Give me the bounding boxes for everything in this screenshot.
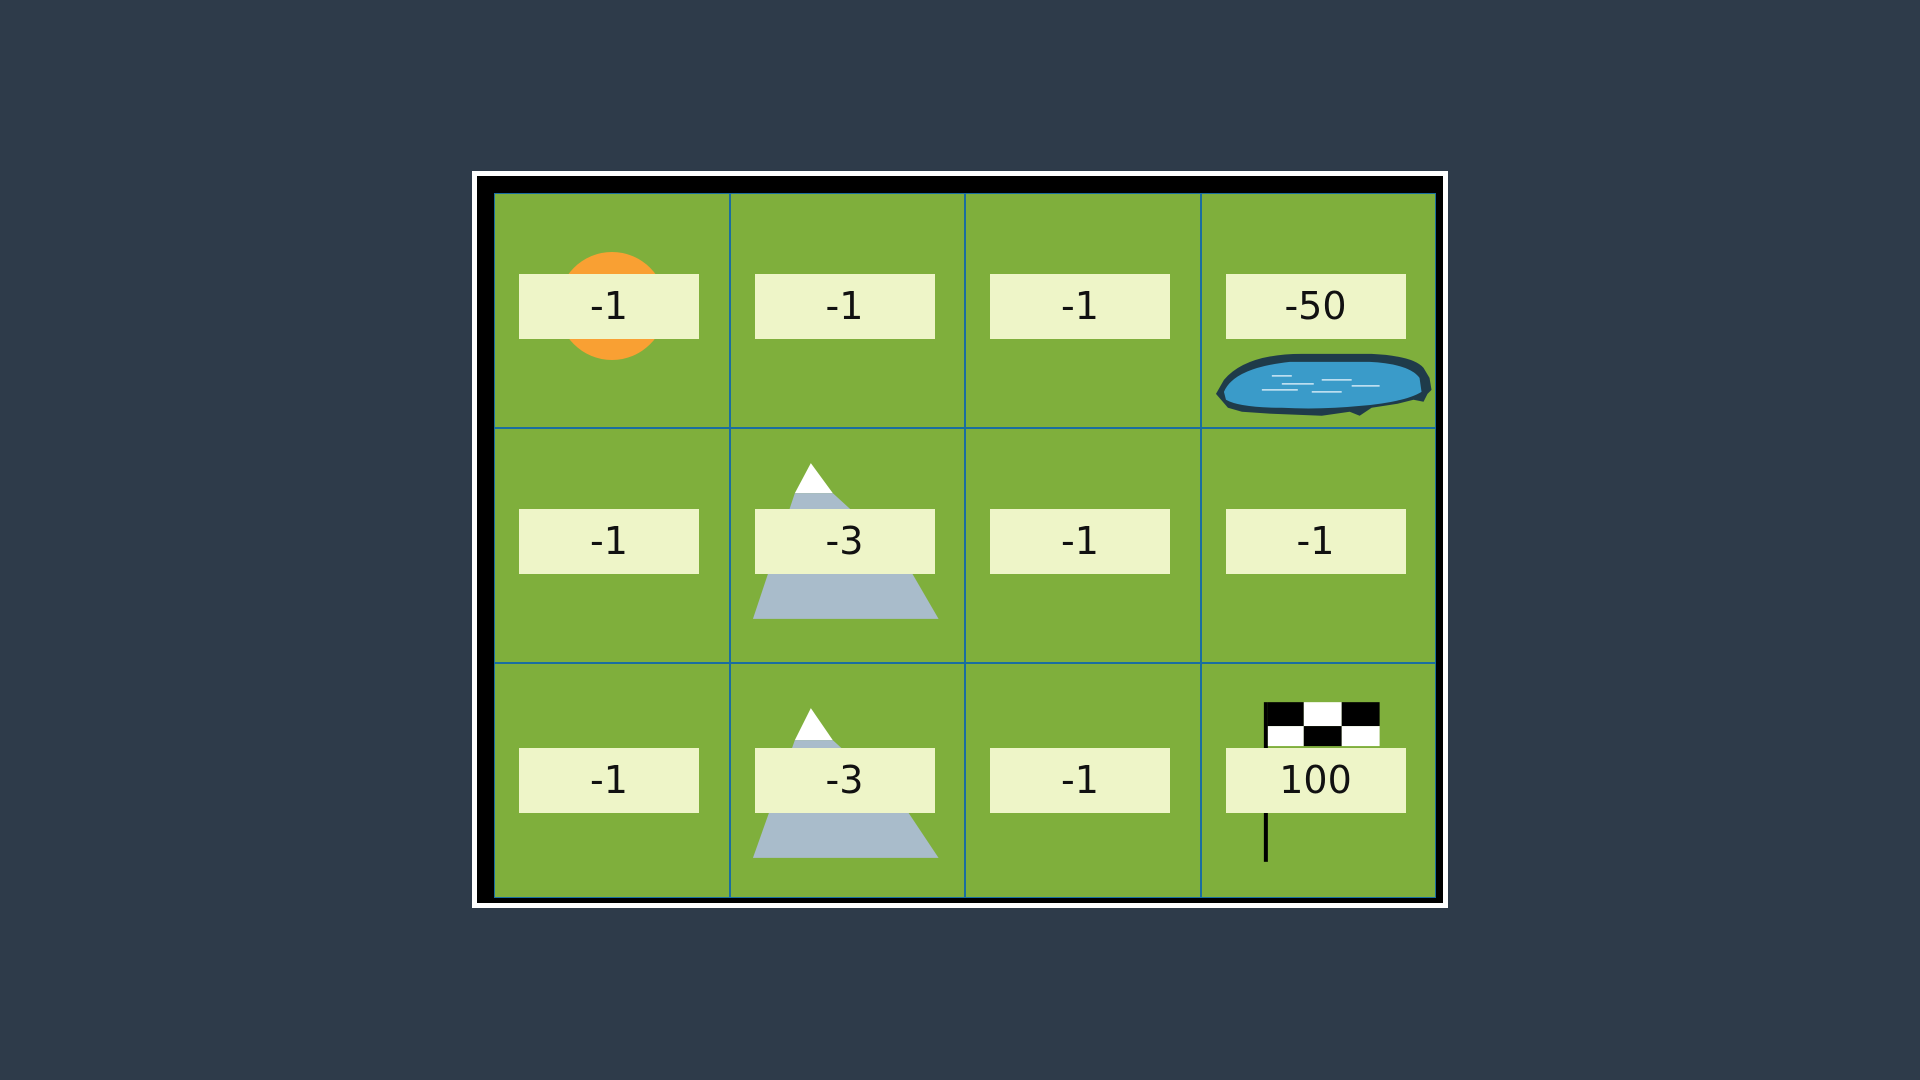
grid-cell-0-1[interactable]: -1 (729, 193, 965, 428)
grid-cell-2-3[interactable]: 100 (1200, 663, 1436, 898)
grid-cell-2-1[interactable]: -3 (729, 663, 965, 898)
grid-cell-0-2[interactable]: -1 (965, 193, 1201, 428)
grid-cell-2-0[interactable]: -1 (494, 663, 730, 898)
reward-label: -1 (990, 509, 1170, 574)
grid-world: -1 -1 -1 -50 -1 -3 -1 -1 -1 -3 -1 100 (494, 193, 1436, 898)
game-board-border: -1 -1 -1 -50 -1 -3 -1 -1 -1 -3 -1 100 (477, 176, 1443, 903)
reward-label: -1 (1225, 509, 1406, 574)
grid-cell-2-2[interactable]: -1 (965, 663, 1201, 898)
reward-label: -1 (519, 748, 699, 813)
grid-cell-1-2[interactable]: -1 (965, 428, 1201, 663)
grid-cell-1-3[interactable]: -1 (1200, 428, 1436, 663)
game-board-frame: -1 -1 -1 -50 -1 -3 -1 -1 -1 -3 -1 100 (472, 171, 1448, 908)
reward-label: -1 (519, 274, 699, 339)
grid-cell-0-3[interactable]: -50 (1200, 193, 1436, 428)
reward-label: -1 (990, 274, 1170, 339)
grid-cell-1-0[interactable]: -1 (494, 428, 730, 663)
reward-label: -1 (990, 748, 1170, 813)
grid-cell-1-1[interactable]: -3 (729, 428, 965, 663)
reward-label: -1 (754, 274, 935, 339)
reward-label: 100 (1225, 748, 1406, 813)
reward-label: -3 (754, 509, 935, 574)
reward-label: -1 (519, 509, 699, 574)
reward-label: -3 (754, 748, 935, 813)
grid-cell-0-0[interactable]: -1 (494, 193, 730, 428)
reward-label: -50 (1225, 274, 1406, 339)
